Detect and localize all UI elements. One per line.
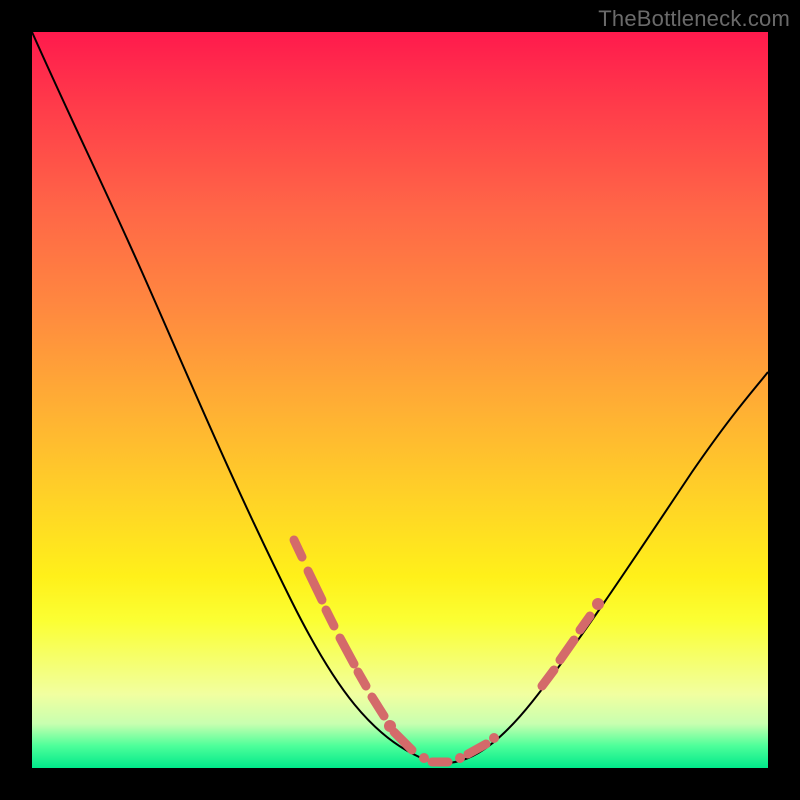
highlight-dots-right [542,598,604,686]
curve-svg [32,32,768,768]
watermark-text: TheBottleneck.com [598,6,790,32]
chart-frame: TheBottleneck.com [0,0,800,800]
plot-area [32,32,768,768]
bottleneck-curve [32,32,768,763]
highlight-dots-bottom [394,732,499,763]
